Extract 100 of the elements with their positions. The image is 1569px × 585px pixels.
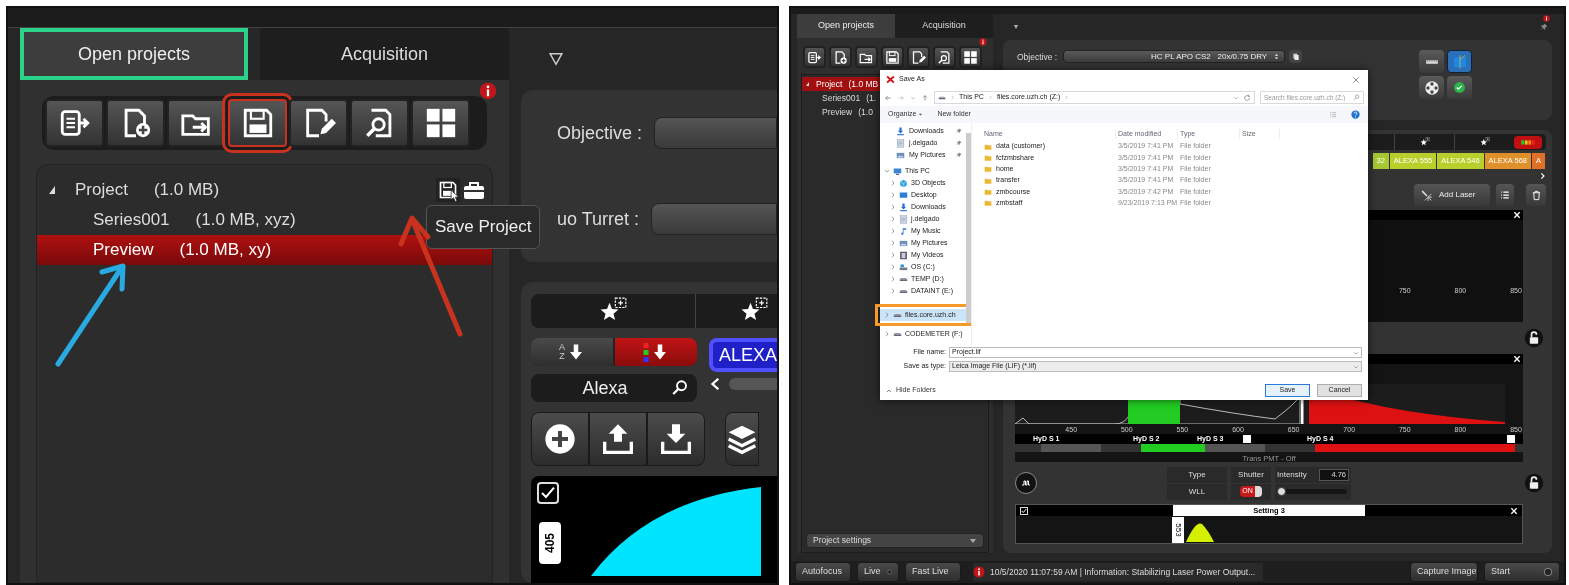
status-message: 10/5/2020 11:07:59 AM | Information: Stabilizing Laser Power Output...	[973, 563, 1264, 581]
info-icon	[973, 566, 985, 578]
tab[interactable]: Acquisition	[895, 14, 993, 38]
checkbox[interactable]	[536, 482, 559, 504]
item-size: (1.	[866, 91, 877, 105]
toolbar-button[interactable]	[907, 46, 930, 68]
help-icon	[1351, 110, 1360, 119]
close-button[interactable]	[1513, 211, 1521, 219]
toolbar-button[interactable]: Fast Live	[905, 562, 961, 582]
collapse-triangle-icon	[548, 52, 563, 66]
dropdown-field[interactable]	[651, 203, 777, 235]
color-squares-icon	[642, 342, 649, 362]
slider-thumb[interactable]	[1277, 487, 1287, 496]
tree-item[interactable]: Project (1.0 MB)	[37, 175, 492, 205]
layers-icon	[725, 423, 758, 455]
toolbar-button[interactable]: Start	[1484, 562, 1560, 582]
spin-arrows-icon	[1273, 53, 1281, 60]
toolbar-button[interactable]	[167, 99, 226, 147]
toolbar-button[interactable]	[106, 99, 165, 147]
collapse-triangle-icon	[1013, 24, 1019, 30]
chevron-right-icon	[1539, 172, 1546, 180]
intensity-slider[interactable]	[1279, 489, 1347, 494]
dropdown-triangle-icon	[969, 536, 977, 545]
chevron-right-icon	[884, 331, 890, 337]
item-name: Project	[75, 179, 128, 202]
window-icon	[1451, 53, 1468, 70]
dye-tag[interactable]: ALEXA	[708, 338, 777, 372]
scroll-bar[interactable]	[728, 378, 777, 390]
music-note-icon	[899, 226, 908, 236]
indicator-circle-icon	[1543, 567, 1553, 577]
toolbar-button[interactable]	[959, 46, 982, 68]
toolbar-button[interactable]	[933, 46, 956, 68]
checkbox[interactable]	[1020, 506, 1028, 515]
status-button[interactable]	[1447, 76, 1472, 99]
view-button[interactable]	[1447, 50, 1472, 73]
toolbar-button[interactable]	[855, 46, 878, 68]
search-value: Alexa	[581, 376, 629, 400]
scroll-bar[interactable]	[966, 133, 971, 323]
toolbar-button[interactable]	[411, 99, 470, 147]
document-pencil-icon	[911, 49, 926, 65]
upload-tray-icon	[601, 423, 634, 455]
chevron-right-icon	[884, 312, 890, 318]
info-icon	[1543, 15, 1550, 22]
toolbar-button[interactable]: Autofocus	[795, 562, 851, 582]
pulse-button[interactable]	[1015, 472, 1037, 494]
toolbar-button[interactable]	[881, 46, 904, 68]
view-options-icon	[1329, 110, 1337, 119]
search-field[interactable]: Alexa	[530, 374, 697, 402]
toolbar-button[interactable]: Capture Image	[1410, 562, 1478, 582]
copy-button[interactable]	[1289, 50, 1303, 63]
field-label: uo Turret :	[556, 207, 639, 231]
delete-button[interactable]	[1526, 184, 1546, 206]
toolbar-button[interactable]	[45, 99, 104, 147]
item-name: Series001	[93, 209, 170, 232]
toolbar-button[interactable]	[829, 46, 852, 68]
list-button[interactable]	[1496, 184, 1514, 206]
lock-icon	[1524, 473, 1544, 493]
emission-peak-drawing	[1186, 520, 1214, 542]
reel-button[interactable]	[1419, 76, 1444, 99]
up-arrow-icon	[921, 93, 929, 102]
expanded-triangle-icon	[806, 81, 812, 87]
action-button[interactable]	[646, 412, 705, 466]
cross-logo-icon	[886, 75, 895, 84]
tab[interactable]: Open projects	[20, 28, 248, 80]
sort-button[interactable]: A Z	[530, 338, 613, 366]
sort-button[interactable]	[614, 338, 697, 366]
search-icon	[1353, 94, 1360, 101]
item-name: Project	[816, 77, 843, 91]
dropdown-field[interactable]	[654, 117, 777, 149]
close-button[interactable]	[1513, 355, 1521, 363]
tab[interactable]: Acquisition	[260, 28, 509, 80]
tab[interactable]: Open projects	[797, 14, 895, 38]
pin-icon	[956, 152, 962, 158]
objective-dropdown[interactable]: HC PL APO CS2 20x/0.75 DRY	[1063, 50, 1286, 63]
pin-icon	[956, 128, 962, 134]
item-size: (1.0 MB	[848, 77, 879, 91]
pin-icon	[1540, 23, 1548, 31]
back-arrow-icon	[884, 93, 892, 102]
chevron-down-icon	[884, 168, 890, 174]
action-button[interactable]	[530, 412, 589, 466]
toolbar-button[interactable]: Live	[857, 562, 899, 582]
add-laser-button[interactable]: Add Laser	[1414, 184, 1490, 206]
toolbar-button[interactable]	[289, 99, 348, 147]
item-size: (1.0 MB, xy)	[179, 239, 272, 262]
film-reel-icon	[1423, 79, 1440, 96]
dropdown-caret-icon	[1233, 94, 1239, 101]
scan-button[interactable]	[1419, 50, 1444, 73]
project-settings-dropdown[interactable]: Project settings	[806, 533, 984, 548]
action-button[interactable]	[588, 412, 647, 466]
toolbar-button[interactable]	[803, 46, 826, 68]
item-name: Series001	[822, 91, 861, 105]
tree-item[interactable]: Preview (1.0 MB, xy)	[37, 235, 492, 265]
disk-drive-icon	[899, 262, 908, 272]
star-plus-icon	[1418, 137, 1431, 147]
refresh-icon	[1243, 93, 1251, 102]
led-button[interactable]	[1514, 135, 1542, 149]
toolbar-button[interactable]	[350, 99, 409, 147]
document-plus-icon	[833, 49, 848, 65]
action-button[interactable]	[724, 412, 759, 466]
film-icon	[899, 250, 908, 260]
